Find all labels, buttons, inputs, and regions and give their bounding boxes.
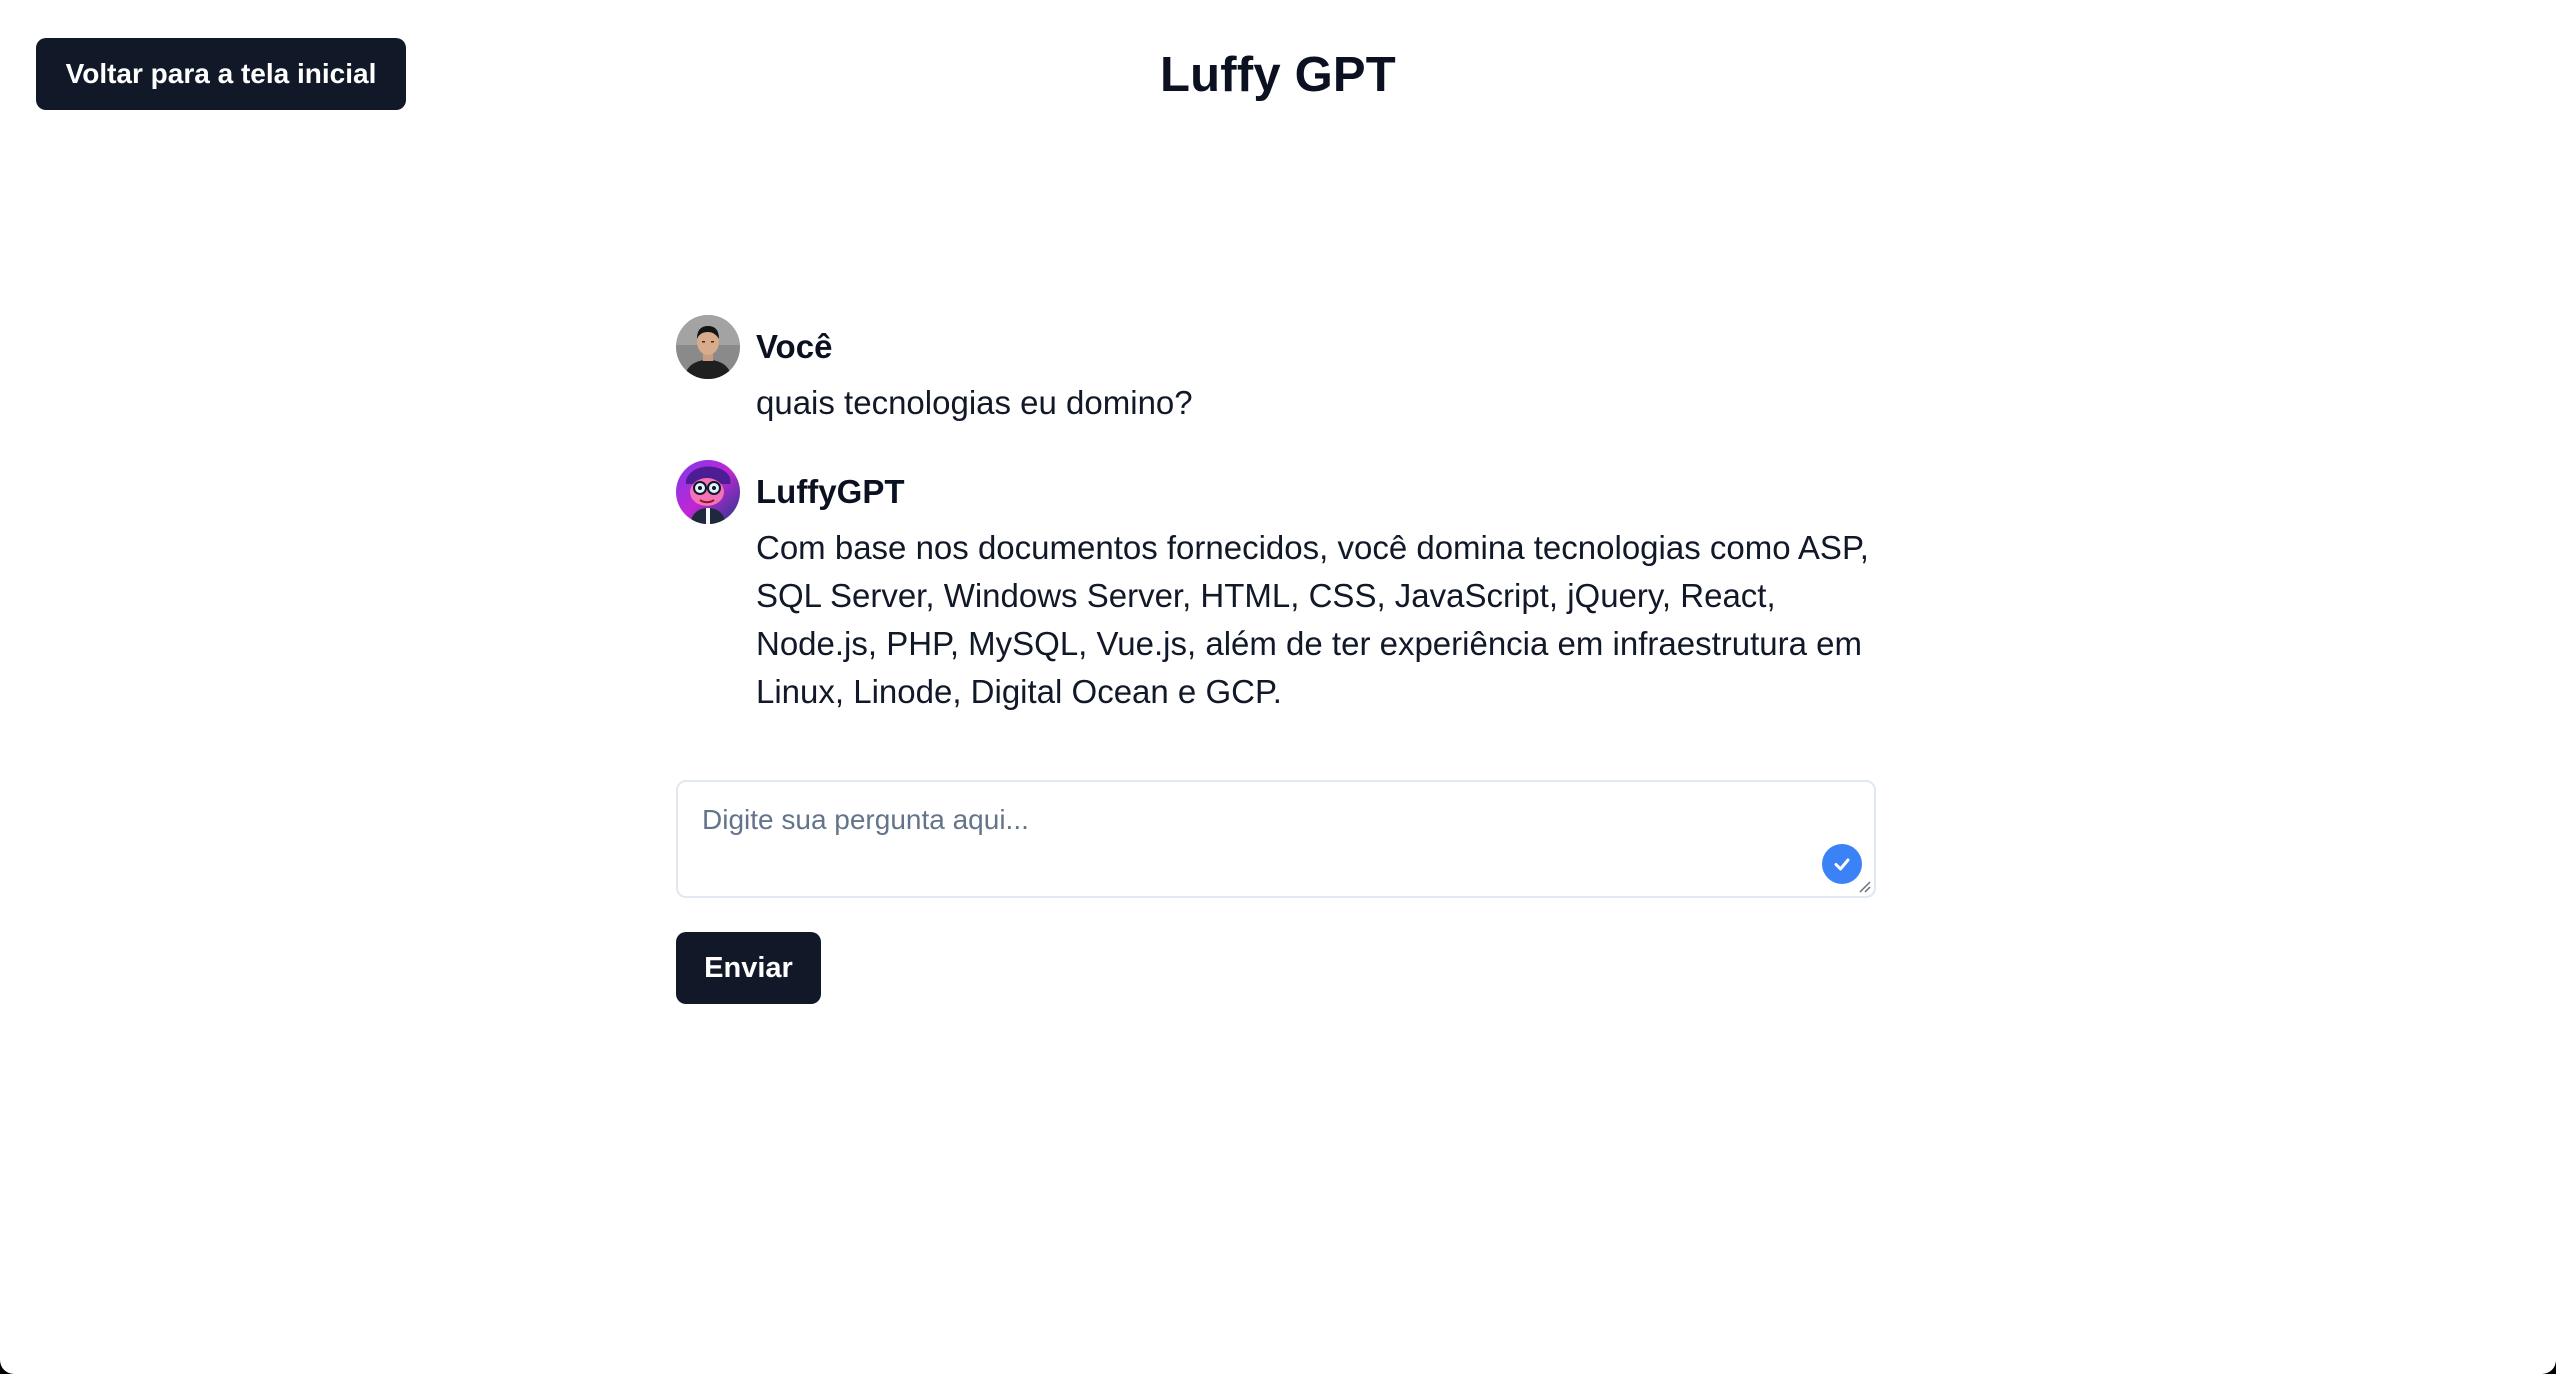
- page-title: Luffy GPT: [1160, 48, 1396, 102]
- chat-message-assistant: LuffyGPT Com base nos documentos forneci…: [676, 460, 1876, 716]
- send-button[interactable]: Enviar: [676, 932, 821, 1004]
- chat-message-user: Você quais tecnologias eu domino?: [676, 315, 1876, 460]
- window-corner: [2542, 1360, 2556, 1374]
- page: Voltar para a tela inicial Luffy GPT Voc…: [0, 0, 2556, 1374]
- chat-thread: Você quais tecnologias eu domino? LuffyG…: [676, 315, 1876, 716]
- message-text: Com base nos documentos fornecidos, você…: [756, 529, 1869, 710]
- message-sender: LuffyGPT: [756, 473, 905, 510]
- message-text: quais tecnologias eu domino?: [756, 384, 1193, 421]
- question-input-container: [676, 780, 1876, 898]
- question-input[interactable]: [678, 782, 1874, 896]
- check-icon[interactable]: [1822, 844, 1862, 884]
- user-avatar: [676, 315, 740, 379]
- resize-handle-icon[interactable]: [1857, 879, 1871, 893]
- luffygpt-avatar: [676, 460, 740, 524]
- window-corner: [0, 1360, 14, 1374]
- message-sender: Você: [756, 328, 833, 365]
